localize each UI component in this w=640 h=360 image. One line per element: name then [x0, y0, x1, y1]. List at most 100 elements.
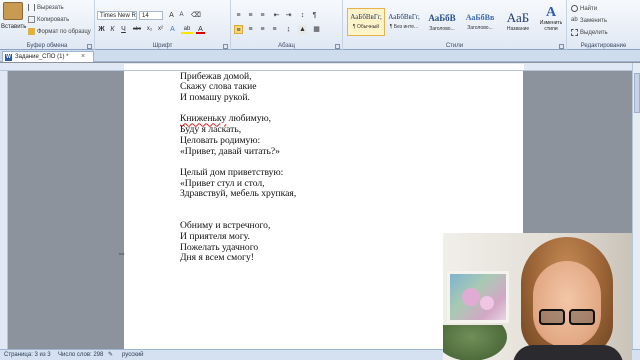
subscript-button[interactable]: x₂ [145, 25, 154, 34]
webcam-flower [480, 296, 494, 310]
ruler-text-area [124, 64, 524, 70]
find-button[interactable]: Найти [571, 5, 597, 12]
document-tab[interactable]: W Задание_СПО (1) * × [2, 51, 94, 62]
copy-button[interactable]: Копировать [28, 16, 69, 23]
horizontal-ruler[interactable] [0, 63, 640, 71]
line-spacing-icon[interactable]: ↨ [284, 25, 293, 34]
paintbrush-icon [28, 28, 35, 35]
vertical-ruler[interactable] [0, 71, 8, 349]
webcam-person-face [533, 261, 601, 347]
editing-group: Найти ab Заменить Выделить Редактировани… [567, 0, 640, 50]
style-normal[interactable]: АаБбВвГг, ¶ Обычный [347, 8, 385, 36]
proofing-icon[interactable]: ✎ [108, 350, 113, 360]
align-right-button[interactable]: ≡ [258, 25, 267, 34]
clear-format-icon[interactable]: ⌫ [191, 11, 201, 20]
paragraph-group: ≡ ≡ ≡ ⇤ ⇥ ↕ ¶ ≡ ≡ ≡ ≡ ↨ ▲ ▦ Абзац [231, 0, 343, 50]
document-body[interactable]: Сверкнуть, встречаем,Прибежав домой,Скаж… [180, 71, 296, 264]
document-line[interactable]: Дня я всем смогу! [180, 253, 296, 264]
webcam-overlay [443, 233, 632, 360]
format-painter-button[interactable]: Формат по образцу [28, 28, 91, 35]
style-no-spacing[interactable]: АаБбВвГг, ¶ Без инте... [385, 8, 423, 36]
ribbon: Вставить Вырезать Копировать Формат по о… [0, 0, 640, 50]
sort-icon[interactable]: ↕ [298, 11, 307, 20]
webcam-person-shirt [513, 345, 623, 360]
paste-icon[interactable] [3, 2, 23, 20]
style-heading-1[interactable]: АаБбВ Заголово... [423, 8, 461, 36]
document-line[interactable]: Целый дом приветствую: [180, 167, 296, 179]
change-styles-button[interactable]: A Изменить стили [538, 6, 564, 38]
document-line[interactable]: Целовать родимую: [180, 135, 296, 147]
webcam-wall-picture [447, 271, 509, 323]
styles-dialog-launcher[interactable] [559, 44, 564, 49]
clipboard-group-label: Буфер обмена [26, 43, 68, 49]
show-marks-icon[interactable]: ¶ [310, 11, 319, 20]
highlight-button[interactable]: ab [181, 25, 193, 34]
style-sample: АаБбВв [465, 13, 495, 22]
font-dialog-launcher[interactable] [223, 44, 228, 49]
font-name-combo[interactable]: Times New Ro [97, 11, 137, 20]
word-doc-icon: W [5, 54, 12, 61]
style-heading-2[interactable]: АаБбВв Заголово... [461, 8, 499, 36]
change-styles-icon: A [545, 5, 557, 20]
italic-button[interactable]: К [108, 25, 117, 34]
styles-group: АаБбВвГг, ¶ Обычный АаБбВвГг, ¶ Без инте… [343, 0, 567, 50]
document-line[interactable]: «Привет, давай читать?» [180, 146, 296, 158]
style-name: ¶ Без инте... [389, 24, 419, 30]
grow-font-icon[interactable]: A [167, 11, 176, 20]
numbering-icon[interactable]: ≡ [246, 11, 255, 20]
clipboard-dialog-launcher[interactable] [87, 44, 92, 49]
webcam-plant [443, 325, 513, 360]
styles-group-label: Стили [445, 43, 464, 49]
replace-label: Заменить [580, 17, 607, 24]
bold-button[interactable]: Ж [97, 25, 106, 34]
scissors-icon [28, 4, 35, 11]
language-indicator[interactable]: русский [122, 350, 144, 360]
document-tab-bar: W Задание_СПО (1) * × [0, 50, 640, 62]
underline-button[interactable]: Ч [119, 25, 128, 34]
replace-button[interactable]: ab Заменить [571, 17, 607, 24]
replace-icon: ab [571, 17, 578, 23]
change-styles-label: Изменить стили [539, 20, 563, 32]
style-name: ¶ Обычный [352, 24, 380, 30]
clipboard-group: Вставить Вырезать Копировать Формат по о… [0, 0, 95, 50]
superscript-button[interactable]: x² [156, 25, 165, 34]
word-count[interactable]: Число слов: 298 [58, 350, 103, 360]
font-color-button[interactable]: A [196, 25, 205, 34]
webcam-flower [462, 288, 480, 306]
strikethrough-button[interactable]: abc [131, 25, 143, 34]
document-line[interactable]: Здравствуй, мебель хрупкая, [180, 189, 296, 200]
paragraph-dialog-launcher[interactable] [335, 44, 340, 49]
editing-group-label: Редактирование [580, 43, 627, 49]
increase-indent-icon[interactable]: ⇥ [284, 11, 293, 20]
mouse-cursor-icon: ⇔ [117, 248, 126, 258]
style-name: Заголово... [429, 26, 455, 32]
align-left-button[interactable]: ≡ [234, 25, 243, 34]
vertical-scrollbar[interactable] [632, 63, 640, 349]
style-sample: АаБ [506, 10, 530, 25]
misspelled-word[interactable]: Книженьку [180, 113, 226, 125]
borders-icon[interactable]: ▦ [312, 25, 321, 34]
select-button[interactable]: Выделить [571, 29, 608, 36]
style-sample: АаБбВвГг, [350, 13, 382, 21]
cut-button[interactable]: Вырезать [28, 4, 64, 11]
shrink-font-icon[interactable]: A [177, 11, 186, 20]
paragraph-group-label: Абзац [278, 43, 295, 49]
tab-close-icon[interactable]: × [81, 52, 85, 62]
document-line[interactable] [180, 200, 296, 211]
select-icon [571, 29, 578, 36]
justify-button[interactable]: ≡ [270, 25, 279, 34]
align-center-button[interactable]: ≡ [246, 25, 255, 34]
paste-button[interactable]: Вставить [1, 24, 26, 30]
shading-icon[interactable]: ▲ [298, 25, 307, 34]
decrease-indent-icon[interactable]: ⇤ [272, 11, 281, 20]
document-line[interactable]: И помашу рукой. [180, 92, 296, 104]
bullets-icon[interactable]: ≡ [234, 11, 243, 20]
multilevel-list-icon[interactable]: ≡ [258, 11, 267, 20]
find-label: Найти [580, 5, 598, 12]
style-title[interactable]: АаБ Название [499, 8, 537, 36]
text-effect-button[interactable]: A [168, 25, 177, 34]
font-group-label: Шрифт [152, 43, 173, 49]
font-size-combo[interactable]: 14 [139, 11, 163, 20]
scrollbar-thumb[interactable] [634, 73, 640, 113]
page-count[interactable]: Страница: 3 из 3 [4, 350, 51, 360]
